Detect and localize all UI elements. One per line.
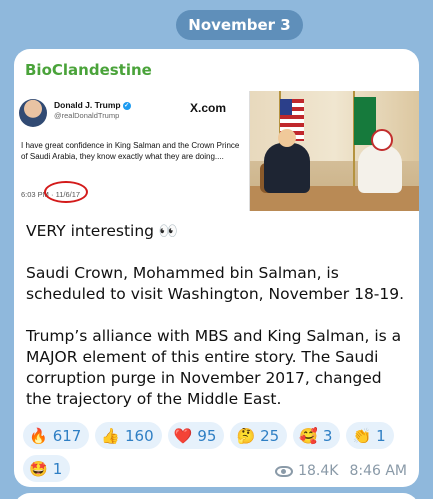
message-media[interactable]: Donald J. Trump ✓ @realDonaldTrump X.com …	[14, 91, 419, 211]
message-meta: 18.4K 8:46 AM	[275, 463, 407, 479]
clapping-hands-icon: 👏	[352, 426, 372, 445]
reaction-count: 25	[260, 426, 280, 445]
smiling-face-hearts-icon: 🥰	[299, 426, 318, 445]
reaction-thumbs-up[interactable]: 👍 160	[95, 422, 162, 449]
reaction-smiling-hearts[interactable]: 🥰 3	[293, 422, 341, 449]
reaction-clap[interactable]: 👏 1	[346, 422, 394, 449]
star-struck-icon: 🤩	[29, 459, 48, 478]
next-message-bubble	[14, 493, 419, 499]
tweet-author-handle: @realDonaldTrump	[54, 111, 120, 120]
date-separator: November 3	[176, 10, 303, 40]
tweet-avatar	[19, 99, 47, 127]
message-paragraph: Trump’s alliance with MBS and King Salma…	[26, 327, 402, 408]
reaction-star-struck[interactable]: 🤩 1	[23, 455, 71, 482]
message-paragraph: Saudi Crown, Mohammed bin Salman, is sch…	[26, 264, 405, 303]
verified-badge-icon: ✓	[122, 101, 131, 110]
tweet-text: I have great confidence in King Salman a…	[21, 141, 240, 161]
x-logo-icon: X.com	[190, 101, 227, 115]
thumbs-up-icon: 👍	[101, 426, 121, 445]
reaction-count: 95	[197, 426, 217, 445]
person-right	[358, 129, 402, 193]
message-time: 8:46 AM	[349, 463, 407, 479]
reaction-count: 617	[52, 426, 82, 445]
person-left	[264, 129, 310, 193]
eye-icon	[275, 465, 294, 477]
message-paragraph: VERY interesting 👀	[26, 222, 179, 240]
reaction-count: 1	[52, 459, 63, 478]
fire-icon: 🔥	[29, 426, 48, 445]
reaction-count: 3	[322, 426, 333, 445]
reaction-heart[interactable]: ❤️ 95	[167, 422, 225, 449]
embedded-tweet-screenshot: Donald J. Trump ✓ @realDonaldTrump X.com …	[14, 91, 250, 211]
view-count: 18.4K	[298, 463, 339, 479]
reaction-count: 1	[376, 426, 386, 445]
message-bubble: BioClandestine Donald J. Trump ✓ @realDon…	[14, 49, 419, 487]
reaction-thinking[interactable]: 🤔 25	[230, 422, 288, 449]
red-highlight-circle	[44, 181, 88, 203]
tweet-author-name: Donald J. Trump ✓	[54, 100, 131, 110]
reaction-fire[interactable]: 🔥 617	[23, 422, 90, 449]
channel-name[interactable]: BioClandestine	[25, 61, 152, 79]
message-text: VERY interesting 👀 Saudi Crown, Mohammed…	[26, 221, 411, 410]
thinking-face-icon: 🤔	[236, 426, 256, 445]
meeting-photo	[250, 91, 419, 211]
heart-icon: ❤️	[173, 426, 193, 445]
reaction-count: 160	[125, 426, 154, 445]
